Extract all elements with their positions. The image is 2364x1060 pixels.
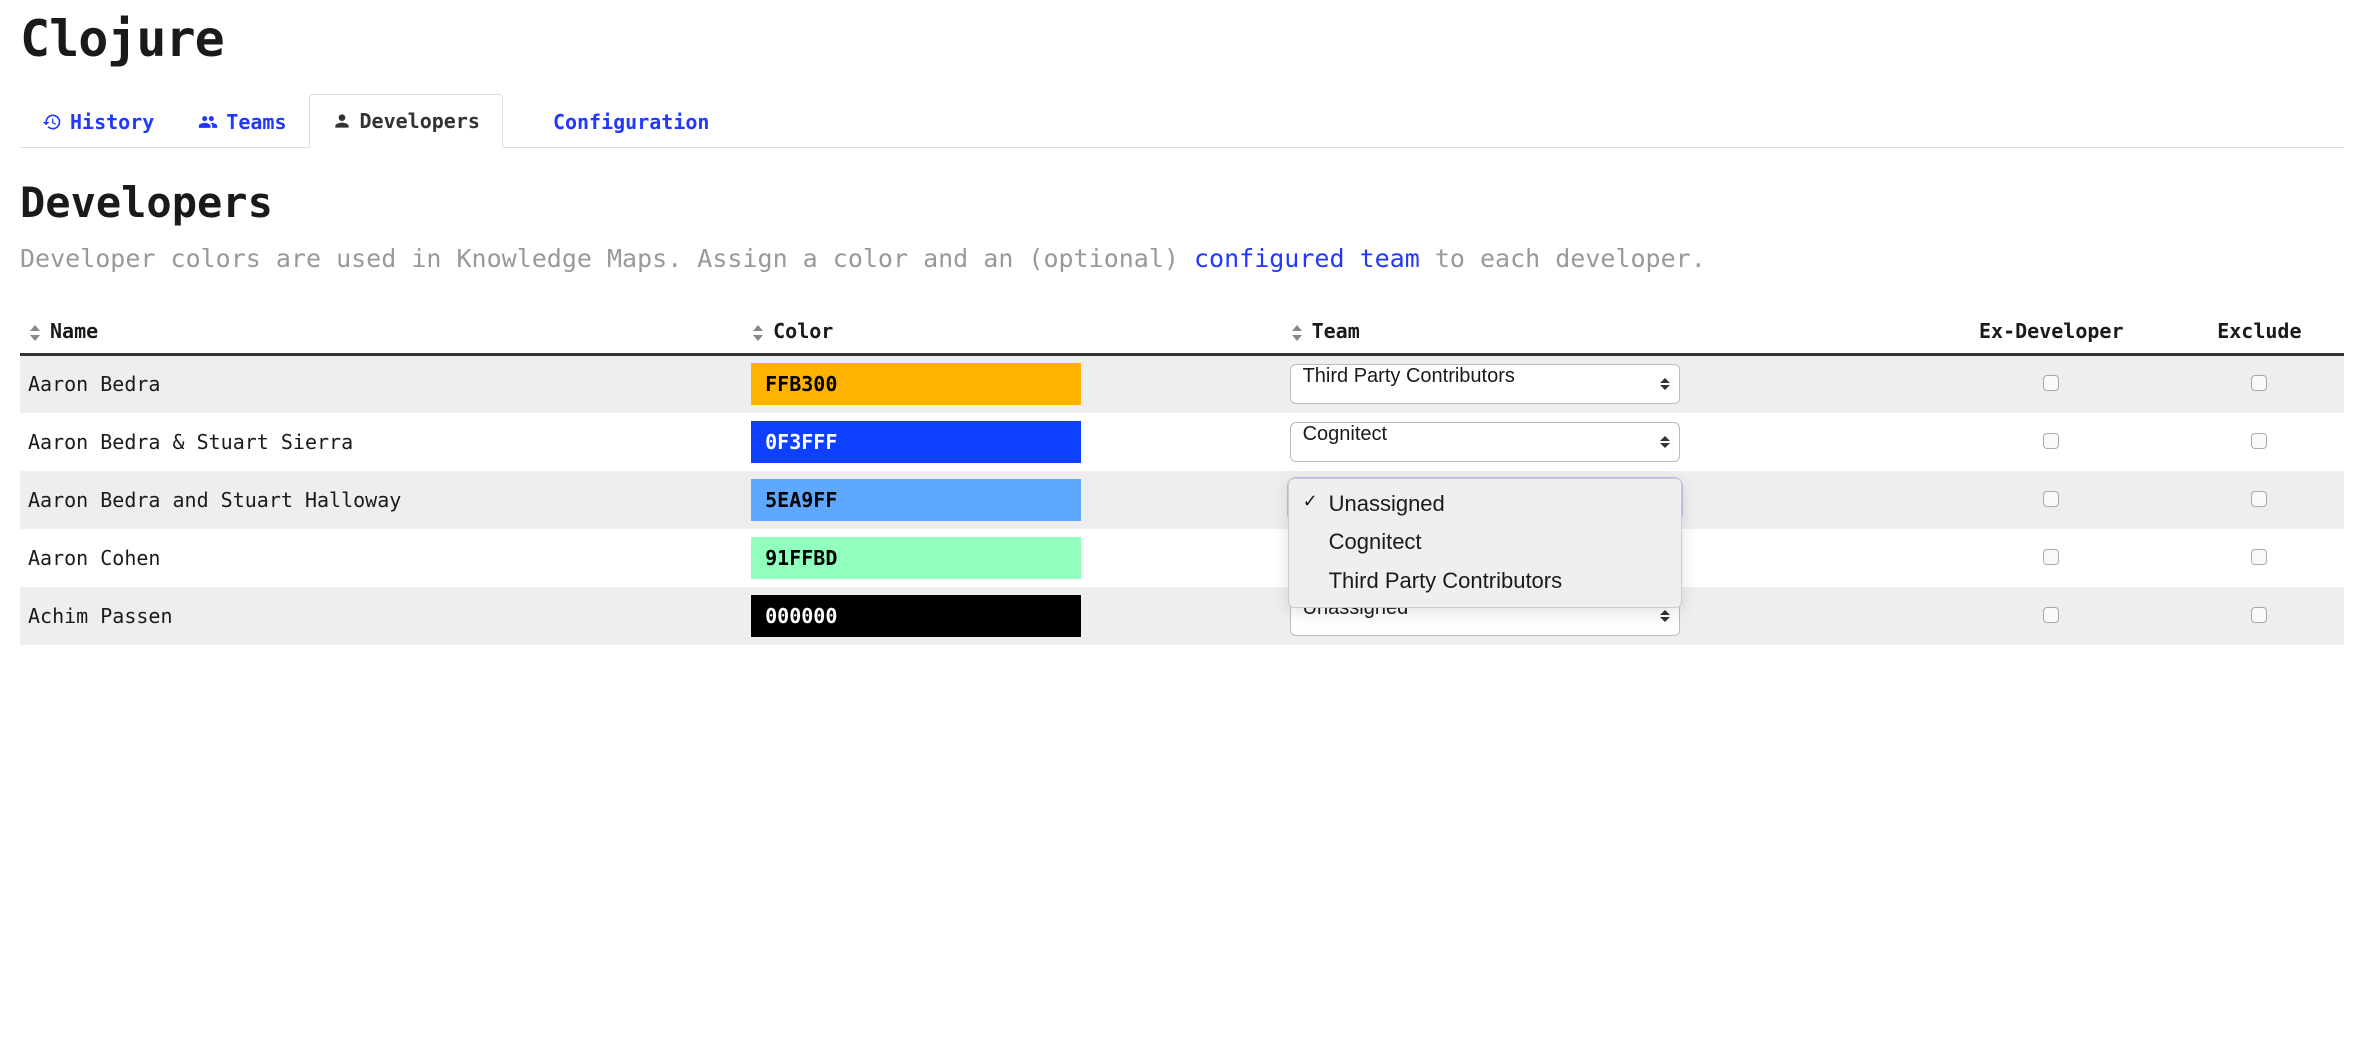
team-dropdown-option[interactable]: Cognitect [1289, 523, 1681, 562]
ex-developer-checkbox[interactable] [2043, 549, 2059, 565]
developer-name: Aaron Bedra and Stuart Halloway [20, 471, 743, 529]
column-header-color[interactable]: Color [743, 309, 1281, 355]
configured-team-link[interactable]: configured team [1194, 244, 1420, 273]
developer-name: Aaron Cohen [20, 529, 743, 587]
tab-label: History [70, 110, 154, 134]
color-input[interactable] [751, 595, 1081, 637]
exclude-checkbox[interactable] [2251, 549, 2267, 565]
column-header-exclude[interactable]: Exclude [2175, 309, 2344, 355]
tab-label: Developers [360, 109, 480, 133]
tab-history[interactable]: History [20, 96, 176, 148]
table-row: Aaron Bedra & Stuart Sierra Cognitect [20, 413, 2344, 471]
column-header-name[interactable]: Name [20, 309, 743, 355]
table-row: Aaron Bedra and Stuart Halloway Unassigne… [20, 471, 2344, 529]
history-icon [42, 112, 62, 132]
developer-name: Aaron Bedra & Stuart Sierra [20, 413, 743, 471]
team-dropdown-option[interactable]: Unassigned [1289, 485, 1681, 524]
ex-developer-checkbox[interactable] [2043, 433, 2059, 449]
users-icon [198, 112, 218, 132]
sort-icon [1290, 324, 1304, 342]
tab-bar: History Teams Developers Configuration [20, 93, 2344, 148]
sort-icon [28, 324, 42, 342]
section-description: Developer colors are used in Knowledge M… [20, 239, 2344, 279]
color-input[interactable] [751, 537, 1081, 579]
tab-label: Teams [226, 110, 286, 134]
team-select[interactable]: Cognitect [1290, 422, 1680, 462]
color-input[interactable] [751, 421, 1081, 463]
exclude-checkbox[interactable] [2251, 433, 2267, 449]
column-header-team[interactable]: Team [1282, 309, 1928, 355]
tab-teams[interactable]: Teams [176, 96, 308, 148]
sort-icon [751, 324, 765, 342]
table-row: Achim PassenUnassigned [20, 587, 2344, 645]
exclude-checkbox[interactable] [2251, 375, 2267, 391]
color-input[interactable] [751, 479, 1081, 521]
developer-name: Aaron Bedra [20, 355, 743, 413]
developer-name: Achim Passen [20, 587, 743, 645]
cogs-icon [525, 112, 545, 132]
section-title: Developers [20, 178, 2344, 227]
team-select[interactable]: Third Party Contributors [1290, 364, 1680, 404]
column-header-ex-developer[interactable]: Ex-Developer [1928, 309, 2175, 355]
page-title: Clojure [20, 10, 2344, 68]
tab-label: Configuration [553, 110, 710, 134]
table-row: Aaron Cohen [20, 529, 2344, 587]
developers-table: Name Color Team Ex-Developer Exclude Aar… [20, 309, 2344, 645]
user-icon [332, 111, 352, 131]
ex-developer-checkbox[interactable] [2043, 491, 2059, 507]
ex-developer-checkbox[interactable] [2043, 375, 2059, 391]
table-row: Aaron Bedra Third Party Contributors [20, 355, 2344, 413]
color-input[interactable] [751, 363, 1081, 405]
exclude-checkbox[interactable] [2251, 491, 2267, 507]
ex-developer-checkbox[interactable] [2043, 607, 2059, 623]
team-dropdown-option[interactable]: Third Party Contributors [1289, 562, 1681, 601]
tab-configuration[interactable]: Configuration [503, 96, 732, 148]
tab-developers[interactable]: Developers [309, 94, 503, 148]
team-dropdown-menu[interactable]: UnassignedCognitectThird Party Contribut… [1288, 478, 1682, 608]
exclude-checkbox[interactable] [2251, 607, 2267, 623]
